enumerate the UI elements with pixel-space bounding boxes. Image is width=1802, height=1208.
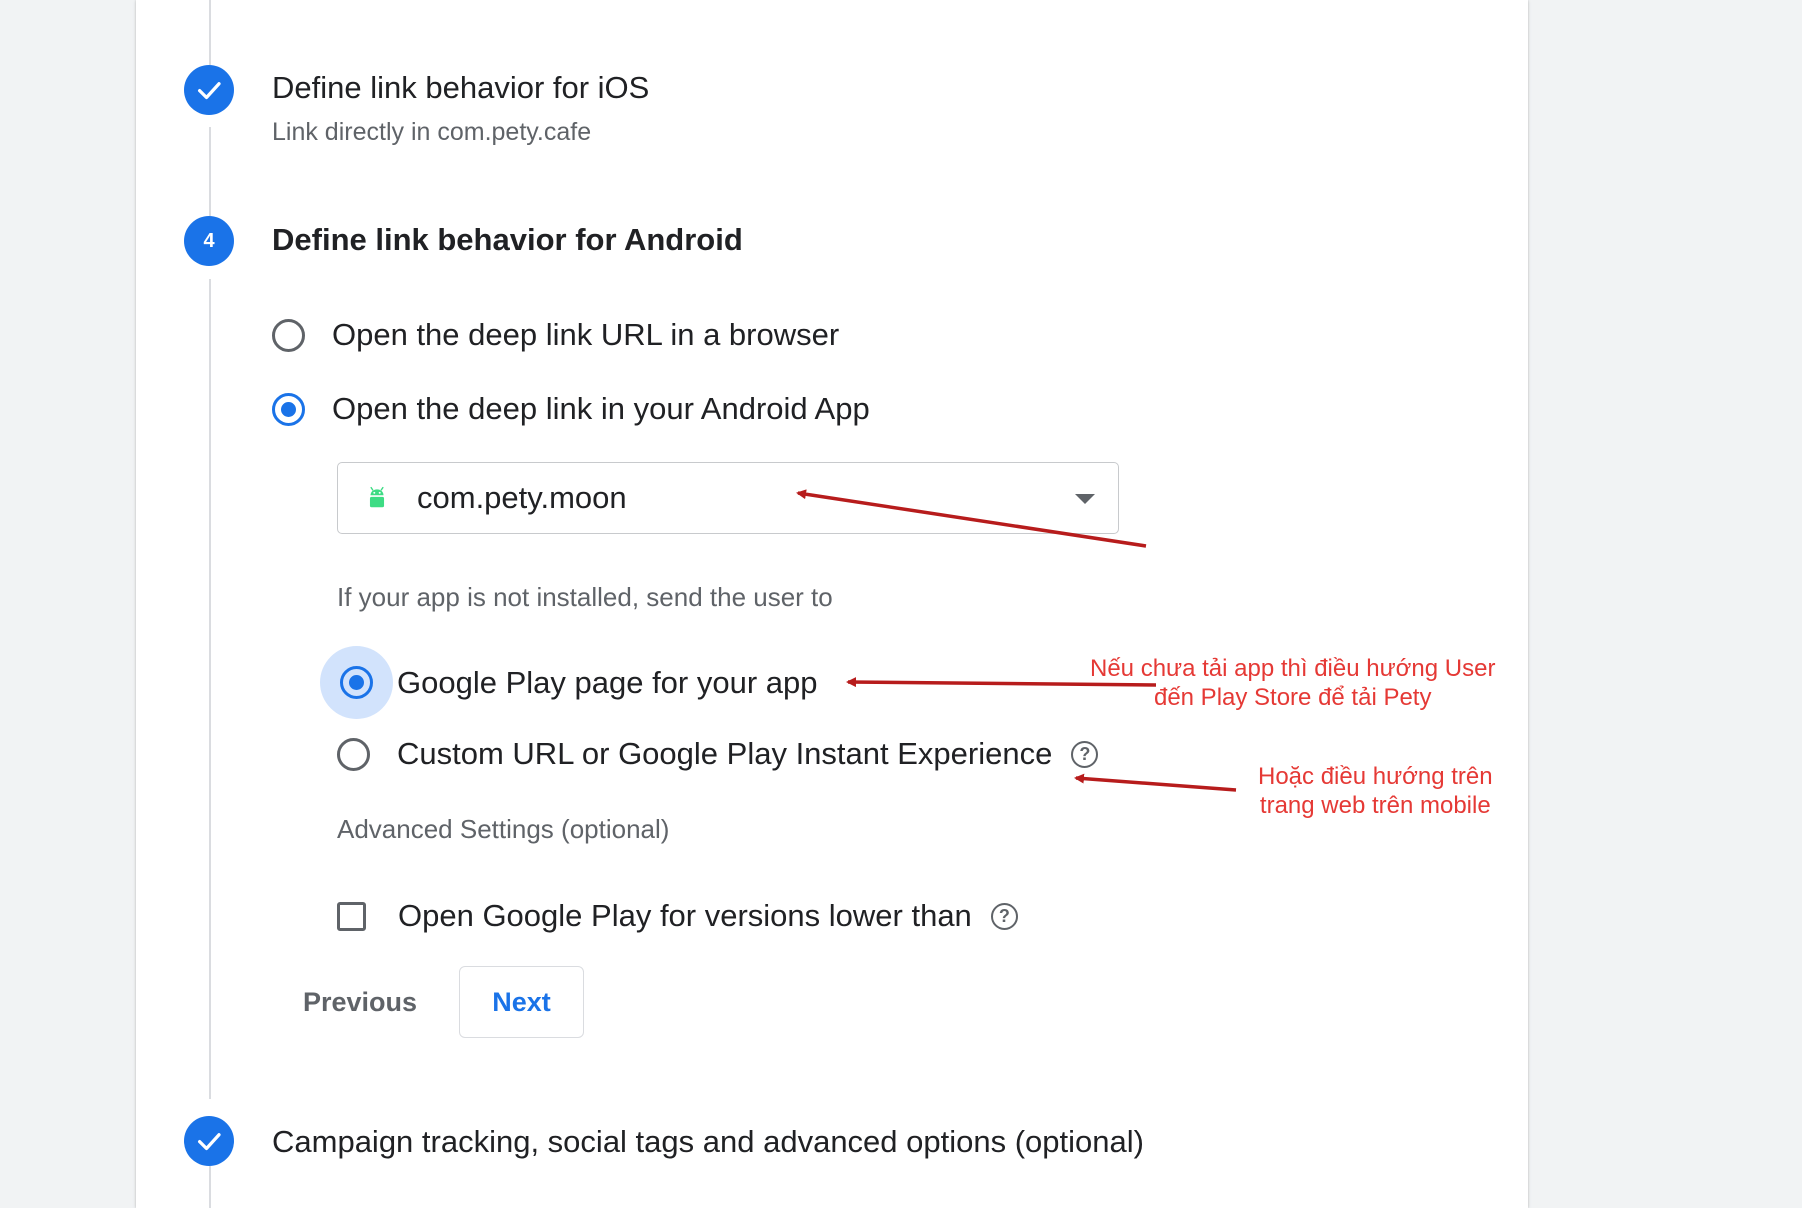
radio-label: Open the deep link URL in a browser — [332, 317, 840, 352]
step-ios-summary: Link directly in com.pety.cafe — [272, 118, 592, 146]
step-android-title: Define link behavior for Android — [272, 222, 743, 257]
radio-open-in-android-app[interactable]: Open the deep link in your Android App — [272, 391, 870, 427]
annotation-line: Nếu chưa tải app thì điều hướng User — [1090, 655, 1496, 682]
step-campaign-complete-icon — [184, 1116, 234, 1166]
annotation-line: đến Play Store để tải Pety — [1153, 684, 1432, 711]
chevron-down-icon[interactable] — [1075, 494, 1095, 504]
radio-label: Custom URL or Google Play Instant Experi… — [397, 736, 1053, 771]
check-icon — [198, 82, 221, 100]
help-icon[interactable]: ? — [990, 902, 1018, 930]
help-icon[interactable]: ? — [1071, 740, 1099, 768]
step-ios-title[interactable]: Define link behavior for iOS — [272, 70, 649, 106]
stepper-rail-ios — [209, 127, 211, 216]
advanced-settings-label: Advanced Settings (optional) — [337, 814, 670, 844]
previous-button[interactable]: Previous — [287, 976, 433, 1028]
radio-button[interactable] — [337, 737, 370, 771]
annotation-google-play-note: Nếu chưa tải app thì điều hướng User đến… — [1090, 654, 1495, 712]
stepper-rail-bottom — [209, 1166, 211, 1208]
android-app-select-value: com.pety.moon — [417, 480, 627, 515]
radio-button-selected[interactable] — [340, 666, 373, 699]
radio-button[interactable] — [272, 318, 305, 352]
radio-label: Google Play page for your app — [397, 664, 818, 700]
checkbox[interactable] — [337, 901, 366, 931]
annotation-custom-url-note: Hoặc điều hướng trên trang web trên mobi… — [1258, 762, 1493, 820]
android-icon — [364, 485, 390, 511]
step-android-number: 4 — [184, 216, 234, 266]
radio-button-selected[interactable] — [272, 392, 305, 426]
step-campaign-title[interactable]: Campaign tracking, social tags and advan… — [272, 1124, 1144, 1160]
check-icon — [198, 1133, 221, 1151]
android-app-select[interactable]: com.pety.moon — [337, 462, 1119, 534]
checkbox-min-version[interactable]: Open Google Play for versions lower than… — [337, 898, 1018, 934]
radio-google-play-page[interactable]: Google Play page for your app — [320, 646, 818, 719]
fallback-label: If your app is not installed, send the u… — [337, 582, 833, 612]
step-ios-complete-icon — [184, 65, 234, 115]
stepper-rail-top — [209, 0, 211, 65]
annotation-line: trang web trên mobile — [1259, 792, 1491, 819]
radio-focus-halo — [320, 646, 393, 719]
radio-open-in-browser[interactable]: Open the deep link URL in a browser — [272, 317, 839, 353]
radio-custom-url[interactable]: Custom URL or Google Play Instant Experi… — [337, 736, 1099, 772]
annotation-line: Hoặc điều hướng trên — [1258, 763, 1493, 790]
radio-label: Open the deep link in your Android App — [332, 391, 870, 426]
next-button[interactable]: Next — [459, 966, 584, 1038]
stepper-rail-android — [209, 279, 211, 1099]
checkbox-label: Open Google Play for versions lower than — [398, 898, 972, 933]
